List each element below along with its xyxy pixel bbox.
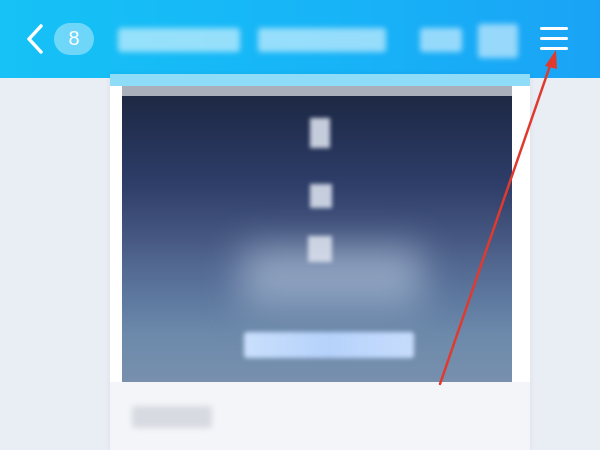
card-link-text[interactable] xyxy=(244,332,414,358)
chat-title-blur xyxy=(420,28,462,52)
hamburger-menu-icon-bar xyxy=(540,47,568,50)
card-source-text xyxy=(132,406,133,407)
chevron-left-icon xyxy=(27,24,43,54)
thumbnail-highlight xyxy=(310,184,332,208)
card-source-label xyxy=(132,406,212,428)
hamburger-menu-icon-bar xyxy=(540,27,568,30)
chat-title-blur xyxy=(118,28,240,52)
card-footer xyxy=(110,382,530,450)
thumbnail-highlight xyxy=(310,118,330,148)
top-navigation-bar: 8 xyxy=(0,0,600,78)
chat-screen: 8 xyxy=(0,0,600,450)
chat-title-blur xyxy=(478,24,518,58)
thumbnail-highlight xyxy=(308,236,332,262)
card-top-strip xyxy=(110,74,530,86)
chat-title-blur xyxy=(258,28,386,52)
card-link-label xyxy=(244,332,245,333)
shared-message-card[interactable] xyxy=(110,74,530,450)
back-button[interactable]: 8 xyxy=(24,22,94,56)
unread-count-badge: 8 xyxy=(54,23,94,55)
hamburger-menu-icon-bar xyxy=(540,37,568,40)
menu-button[interactable] xyxy=(536,22,572,56)
thumbnail-glow xyxy=(242,246,422,306)
